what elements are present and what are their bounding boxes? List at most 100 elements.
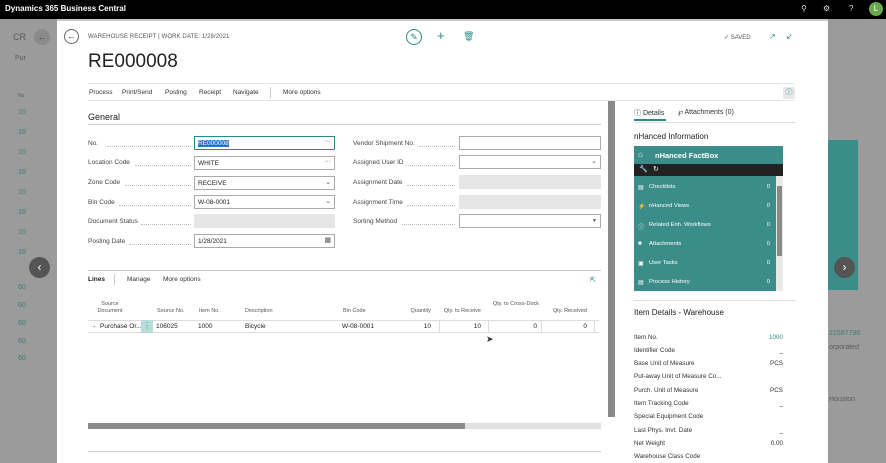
cell-qty-to-receive[interactable]: 10 [451,323,481,330]
cell-qty-received[interactable]: 0 [557,323,587,330]
action-process[interactable]: Process [89,89,112,96]
nhanced-item-user-tasks[interactable]: ▣ User Tasks 0 [634,254,776,273]
nhanced-item-checklists[interactable]: ▤ Checklists 0 [634,178,776,197]
action-navigate[interactable]: Navigate [233,89,259,96]
action-print-send[interactable]: Print/Send [122,89,152,96]
column-header[interactable]: Qty. to Cross-Dock [491,301,539,308]
detail-value: 0.00 [770,440,783,447]
cell-item-no[interactable]: 1000 [198,323,212,330]
help-icon[interactable]: ? [849,4,853,13]
next-record-button[interactable]: › [834,257,855,278]
nhanced-item-views[interactable]: ⚡ nHanced Views 0 [634,197,776,216]
field-label-bin-code: Bin Code [88,199,115,206]
general-section-title[interactable]: General [88,112,120,122]
ellipsis-icon[interactable]: ··· [324,158,331,165]
lightning-icon: ⚡ [638,204,646,210]
calendar-icon[interactable]: ▦ [324,236,331,244]
column-header[interactable]: Quantity [387,308,431,315]
previous-record-button[interactable]: ‹ [29,257,50,278]
tab-manage[interactable]: Manage [127,276,151,283]
column-header[interactable]: Qty. to Receive [433,308,481,315]
avatar[interactable]: L [869,2,883,16]
column-header[interactable]: Bin Code [343,308,366,315]
chevron-down-icon[interactable]: ⌄ [325,197,331,205]
bg-text: 10 [18,209,26,216]
back-button[interactable]: ← [64,29,79,44]
detail-value: _ [779,427,783,434]
bin-code-value: W-08-0001 [198,199,231,206]
lines-more-options[interactable]: More options [163,276,201,283]
action-receipt[interactable]: Receipt [199,89,221,96]
cell-source-no[interactable]: 106025 [156,323,178,330]
vendor-shipment-no-field[interactable] [459,136,601,150]
column-header[interactable]: Source No. [157,308,185,315]
location-code-field[interactable]: WHITE ··· [194,156,335,170]
column-header[interactable]: Source Document [95,301,125,315]
detail-value-link[interactable]: 1000 [747,334,783,341]
horizontal-scrollbar[interactable] [88,423,601,429]
action-posting[interactable]: Posting [165,89,187,96]
column-header[interactable]: Item No. [199,308,220,315]
expand-icon[interactable]: ⇱ [590,276,596,284]
assigned-user-id-field[interactable]: ⌄ [459,155,601,169]
action-more-options[interactable]: More options [283,89,321,96]
nhanced-scrollbar[interactable] [776,176,783,291]
cell-quantity[interactable]: 10 [401,323,431,330]
zone-code-field[interactable]: RECEIVE ⌄ [194,176,335,190]
bg-text: 10 [18,129,26,136]
new-plus-icon[interactable]: + [437,28,445,43]
tab-details[interactable]: ⓘ Details [634,108,664,118]
chevron-down-icon[interactable]: ⌄ [591,157,597,165]
divider [634,122,796,123]
chevron-down-icon[interactable]: ⌄ [325,178,331,186]
field-label-assignment-date: Assignment Date [353,179,403,186]
column-header[interactable]: Qty. Received [541,308,587,315]
collapse-icon[interactable]: ↙ [786,32,793,41]
item-details-title[interactable]: Item Details - Warehouse [634,308,724,317]
gear-icon[interactable]: ⚙ [823,4,830,13]
tab-lines[interactable]: Lines [88,276,105,283]
app-brand[interactable]: Dynamics 365 Business Central [5,4,126,13]
detail-label: Put-away Unit of Measure Co... [634,373,722,380]
home-icon[interactable]: ⌂ [638,150,643,159]
bg-text: 10 [18,189,26,196]
posting-date-value: 1/28/2021 [198,238,227,245]
scrollbar-thumb[interactable] [88,423,465,429]
sorting-method-select[interactable]: ▼ [459,214,601,228]
assignment-date-field [459,175,601,189]
cell-description[interactable]: Bicycle [245,323,266,330]
nhanced-information-title[interactable]: nHanced Information [634,132,708,141]
bg-text: Houston [829,396,856,403]
cell-bin-code[interactable]: W-08-0001 [342,323,374,330]
leader-dots [402,224,455,225]
field-label-location-code: Location Code [88,159,130,166]
nhanced-item-attachments[interactable]: ■ Attachments 0 [634,235,776,254]
row-menu-icon[interactable]: ⋮ [141,320,153,333]
location-code-value: WHITE [198,160,219,167]
cell-source-document[interactable]: Purchase Or... [100,323,142,330]
tab-attachments[interactable]: ℘ Attachments (0) [678,108,734,116]
nhanced-item-workflows[interactable]: ⓘ Related Enh. Workflows 0 [634,216,776,235]
wrench-icon[interactable]: 🔧 [639,165,648,173]
bg-text: 10 [18,249,26,256]
no-field[interactable]: RE000008 ··· [194,136,335,150]
delete-trash-icon[interactable]: 🗑 [463,31,474,42]
vertical-scrollbar[interactable] [608,101,615,417]
posting-date-field[interactable]: 1/28/2021 ▦ [194,234,335,248]
nhanced-item-process-history[interactable]: ▤ Process History 0 [634,273,776,289]
search-icon[interactable]: ⚲ [801,4,807,13]
divider [88,270,601,271]
bg-text: 10 [18,149,26,156]
scrollbar-thumb[interactable] [777,186,782,256]
field-label-vendor-shipment-no: Vendor Shipment No. [353,140,415,147]
open-new-window-icon[interactable]: ↗ [769,32,776,41]
ellipsis-icon[interactable]: ··· [324,138,331,145]
dropdown-arrow-icon[interactable]: ▼ [592,218,597,224]
info-icon[interactable]: ⓘ [783,87,795,99]
cell-divider [488,320,489,333]
bin-code-field[interactable]: W-08-0001 ⌄ [194,195,335,209]
edit-pencil-icon[interactable]: ✎ [406,29,422,45]
cell-qty-to-cross-dock[interactable]: 0 [507,323,537,330]
column-header[interactable]: Description [245,308,273,315]
refresh-icon[interactable]: ↻ [653,165,659,173]
